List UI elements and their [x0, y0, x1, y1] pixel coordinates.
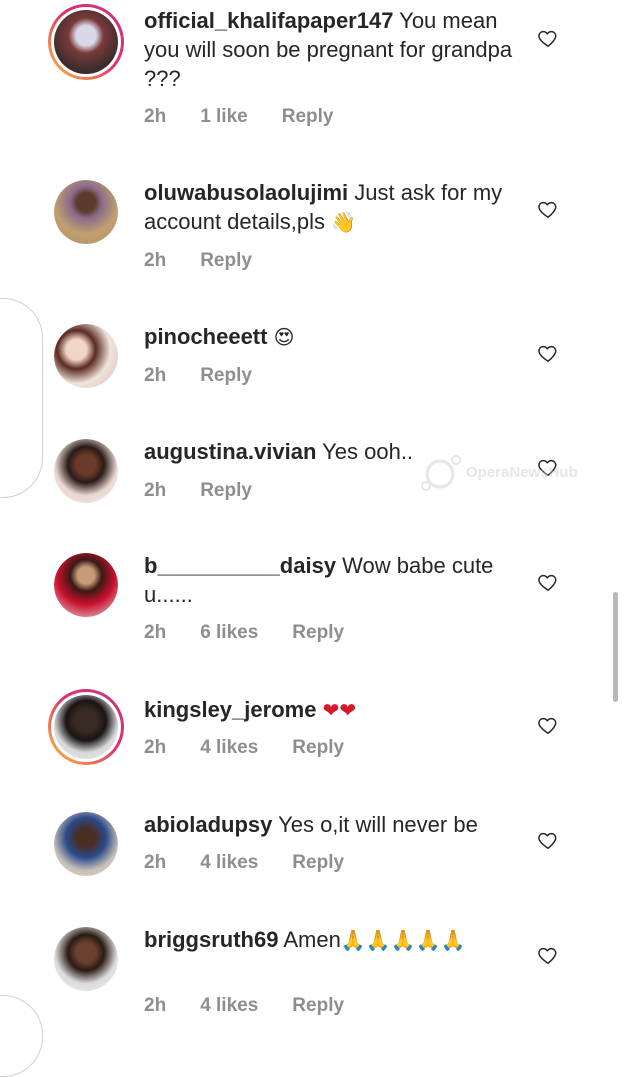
comment-text: pinocheeett 😍: [144, 322, 514, 352]
like-heart-icon[interactable]: [537, 944, 559, 966]
reply-button[interactable]: Reply: [200, 365, 252, 387]
comment-text: official_khalifapaper147 You mean you wi…: [144, 6, 514, 93]
comment-username[interactable]: kingsley_jerome: [144, 697, 316, 722]
reply-button[interactable]: Reply: [292, 737, 344, 759]
like-heart-icon[interactable]: [537, 714, 559, 736]
avatar[interactable]: [54, 553, 118, 617]
watermark-text: OperaNewsHub: [466, 464, 578, 481]
comment-meta: 2h 4 likes Reply: [144, 852, 378, 874]
comment-time: 2h: [144, 106, 167, 127]
scrollbar[interactable]: [613, 592, 618, 702]
like-heart-icon[interactable]: [537, 342, 559, 364]
avatar[interactable]: [54, 812, 118, 876]
comment-username[interactable]: official_khalifapaper147: [144, 8, 393, 33]
avatar[interactable]: [54, 927, 118, 991]
comment-meta: 2h Reply: [144, 365, 286, 387]
comment-meta: 2h Reply: [144, 250, 286, 272]
comment-username[interactable]: b__________daisy: [144, 553, 336, 578]
red-hearts-emoji-icon: ❤❤: [322, 698, 357, 722]
like-heart-icon[interactable]: [537, 198, 559, 220]
avatar[interactable]: [54, 324, 118, 388]
comment-meta: 2h 4 likes Reply: [144, 737, 378, 759]
comment-text: kingsley_jerome ❤❤: [144, 695, 514, 725]
comment-text: oluwabusolaolujimi Just ask for my accou…: [144, 178, 514, 237]
reply-button[interactable]: Reply: [200, 480, 252, 502]
reply-button[interactable]: Reply: [282, 106, 334, 128]
comment-body: Amen: [278, 927, 341, 952]
comment-time: 2h: [144, 250, 167, 271]
heart-eyes-emoji-icon: 😍: [273, 325, 295, 349]
comment-body: Yes o,it will never be: [272, 812, 478, 837]
avatar[interactable]: [48, 4, 124, 80]
comment-meta: 2h Reply: [144, 480, 286, 502]
like-heart-icon[interactable]: [537, 829, 559, 851]
comment-likes[interactable]: 6 likes: [200, 622, 258, 644]
reply-button[interactable]: Reply: [292, 622, 344, 644]
like-heart-icon[interactable]: [537, 571, 559, 593]
comment-time: 2h: [144, 622, 167, 643]
watermark: OperaNewsHub: [418, 452, 593, 496]
reply-button[interactable]: Reply: [292, 995, 344, 1017]
comment-username[interactable]: pinocheeett: [144, 324, 267, 349]
comment-text: b__________daisy Wow babe cute u......: [144, 551, 514, 609]
comment-time: 2h: [144, 480, 167, 501]
comment-username[interactable]: oluwabusolaolujimi: [144, 180, 348, 205]
reply-button[interactable]: Reply: [200, 250, 252, 272]
comment-likes[interactable]: 4 likes: [200, 995, 258, 1017]
praying-hands-emoji-icon: 🙏🙏🙏🙏🙏: [340, 928, 466, 952]
comment-meta: 2h 4 likes Reply: [144, 995, 378, 1017]
operanewshub-logo-icon: [421, 455, 461, 491]
avatar[interactable]: [48, 689, 124, 765]
comment-username[interactable]: briggsruth69: [144, 927, 278, 952]
comment-likes[interactable]: 4 likes: [200, 852, 258, 874]
comment-time: 2h: [144, 365, 167, 386]
avatar[interactable]: [54, 180, 118, 244]
like-heart-icon[interactable]: [537, 27, 559, 49]
comment-text: briggsruth69 Amen🙏🙏🙏🙏🙏: [144, 925, 514, 955]
comment-text: abioladupsy Yes o,it will never be: [144, 810, 514, 839]
comment-username[interactable]: abioladupsy: [144, 812, 272, 837]
comment-body: Yes ooh..: [316, 439, 414, 464]
comment-time: 2h: [144, 852, 167, 873]
comment-username[interactable]: augustina.vivian: [144, 439, 316, 464]
comment-time: 2h: [144, 995, 167, 1016]
side-panel-handle-bottom[interactable]: [0, 995, 43, 1077]
comment-time: 2h: [144, 737, 167, 758]
reply-button[interactable]: Reply: [292, 852, 344, 874]
comment-meta: 2h 6 likes Reply: [144, 622, 378, 644]
comment-likes[interactable]: 4 likes: [200, 737, 258, 759]
side-panel-handle[interactable]: [0, 298, 43, 498]
comment-likes[interactable]: 1 like: [200, 106, 248, 128]
wave-emoji-icon: 👋: [331, 210, 357, 234]
comment-meta: 2h 1 like Reply: [144, 106, 367, 128]
avatar[interactable]: [54, 439, 118, 503]
